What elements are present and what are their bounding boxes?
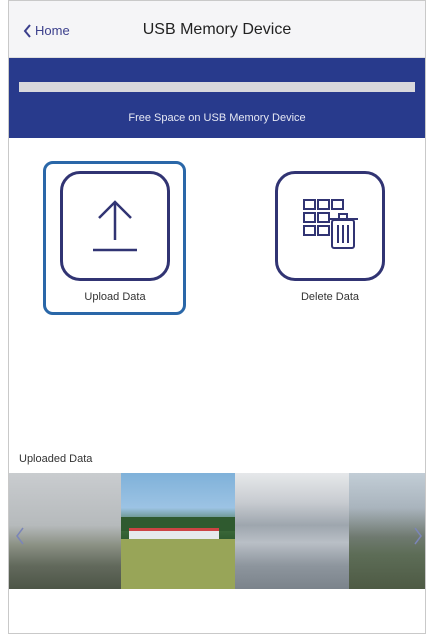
- free-space-panel: Free Space on USB Memory Device: [9, 58, 425, 138]
- app-frame: Home USB Memory Device Free Space on USB…: [8, 0, 426, 634]
- uploaded-data-carousel[interactable]: [9, 473, 425, 589]
- upload-icon: [93, 200, 137, 252]
- carousel-prev-button[interactable]: [15, 527, 25, 551]
- landscape-image: [121, 517, 235, 589]
- upload-data-button[interactable]: Upload Data: [57, 171, 173, 303]
- uploaded-photo-thumbnail[interactable]: [235, 473, 349, 589]
- upload-data-label: Upload Data: [84, 291, 146, 303]
- free-space-bar-fill: [19, 82, 415, 92]
- chevron-right-icon: [414, 527, 422, 545]
- free-space-bar: [19, 82, 415, 92]
- delete-data-button[interactable]: Delete Data: [272, 171, 388, 303]
- uploaded-photo-thumbnail[interactable]: [121, 473, 235, 589]
- chevron-left-icon: [16, 527, 24, 545]
- page-title: USB Memory Device: [142, 21, 292, 38]
- delete-icon-tile[interactable]: [275, 171, 385, 281]
- upload-icon-tile[interactable]: [60, 171, 170, 281]
- uploaded-data-title: Uploaded Data: [19, 453, 93, 465]
- navigation-bar: Home USB Memory Device: [9, 1, 425, 58]
- delete-data-label: Delete Data: [300, 291, 360, 303]
- carousel-next-button[interactable]: [413, 527, 423, 551]
- grid-trash-icon: [303, 199, 358, 249]
- uploaded-photo-thumbnail[interactable]: [9, 473, 121, 589]
- free-space-label: Free Space on USB Memory Device: [128, 112, 306, 124]
